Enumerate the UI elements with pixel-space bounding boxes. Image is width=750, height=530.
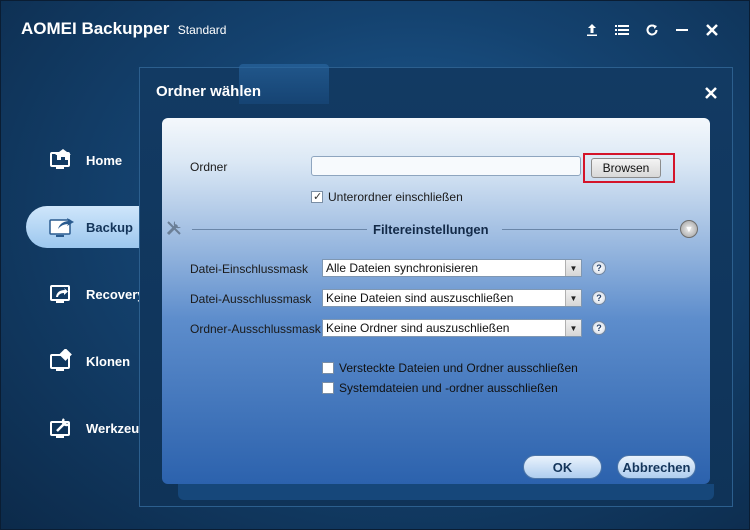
app-title: AOMEI Backupper Standard <box>21 19 226 39</box>
app-edition: Standard <box>177 23 227 37</box>
backup-icon <box>48 213 76 241</box>
menu-icon[interactable] <box>613 21 631 39</box>
app-name: AOMEI Backupper <box>21 19 170 38</box>
browse-button[interactable]: Browsen <box>591 158 661 178</box>
filter-divider <box>502 229 678 230</box>
folder-select-dialog: Ordner wählen Ordner Browsen Unterordner… <box>139 64 733 507</box>
exclude-system-checkbox[interactable] <box>322 382 334 394</box>
minimize-icon[interactable] <box>673 21 691 39</box>
dialog-close-icon[interactable] <box>704 86 720 102</box>
sidebar-item-label: Klonen <box>86 353 131 369</box>
refresh-icon[interactable] <box>643 21 661 39</box>
include-subfolders-label: Unterordner einschließen <box>328 190 463 204</box>
help-icon[interactable]: ? <box>592 291 606 305</box>
filter-label: Ordner-Ausschlussmask <box>190 322 321 336</box>
filter-label: Datei-Ausschlussmask <box>190 292 312 306</box>
tools-icon <box>48 414 76 442</box>
folder-path-input[interactable] <box>311 156 581 176</box>
select-value: Alle Dateien synchronisieren <box>326 261 479 275</box>
filter-divider <box>192 229 367 230</box>
filter-settings-header: Filtereinstellungen <box>168 220 700 240</box>
filter-settings-title: Filtereinstellungen <box>373 222 489 237</box>
exclude-hidden-checkbox[interactable] <box>322 362 334 374</box>
window-controls <box>583 21 721 39</box>
include-mask-select[interactable]: Alle Dateien synchronisieren ▼ <box>322 259 582 277</box>
clone-icon <box>48 347 76 375</box>
recovery-icon <box>48 280 76 308</box>
select-value: Keine Dateien sind auszuschließen <box>326 291 514 305</box>
dialog-panel: Ordner Browsen Unterordner einschließen … <box>162 118 710 484</box>
filter-label: Datei-Einschlussmask <box>190 262 309 276</box>
dropdown-arrow-icon: ▼ <box>565 320 581 336</box>
sidebar-item-label: Recovery <box>86 286 145 302</box>
dialog-title: Ordner wählen <box>156 83 262 100</box>
cancel-button[interactable]: Abbrechen <box>617 455 696 479</box>
dialog-bottom-strip <box>178 484 714 500</box>
file-exclude-mask-select[interactable]: Keine Dateien sind auszuschließen ▼ <box>322 289 582 307</box>
select-value: Keine Ordner sind auszuschließen <box>326 321 510 335</box>
sidebar-item-label: Home <box>86 152 123 168</box>
upgrade-icon[interactable] <box>583 21 601 39</box>
exclude-system-label: Systemdateien und -ordner ausschließen <box>339 381 558 395</box>
dropdown-arrow-icon: ▼ <box>565 260 581 276</box>
dropdown-arrow-icon: ▼ <box>565 290 581 306</box>
include-subfolders-checkbox[interactable] <box>311 190 323 203</box>
sidebar-item-label: Backup <box>86 219 133 235</box>
help-icon[interactable]: ? <box>592 261 606 275</box>
home-icon <box>48 146 76 174</box>
close-icon[interactable] <box>703 21 721 39</box>
ok-button[interactable]: OK <box>523 455 602 479</box>
chevron-down-icon[interactable]: ▼ <box>680 220 698 238</box>
folder-exclude-mask-select[interactable]: Keine Ordner sind auszuschließen ▼ <box>322 319 582 337</box>
exclude-hidden-label: Versteckte Dateien und Ordner ausschließ… <box>339 361 578 375</box>
help-icon[interactable]: ? <box>592 321 606 335</box>
app-window: AOMEI Backupper Standard Home Backup Rec… <box>0 0 750 530</box>
folder-label: Ordner <box>190 160 228 174</box>
